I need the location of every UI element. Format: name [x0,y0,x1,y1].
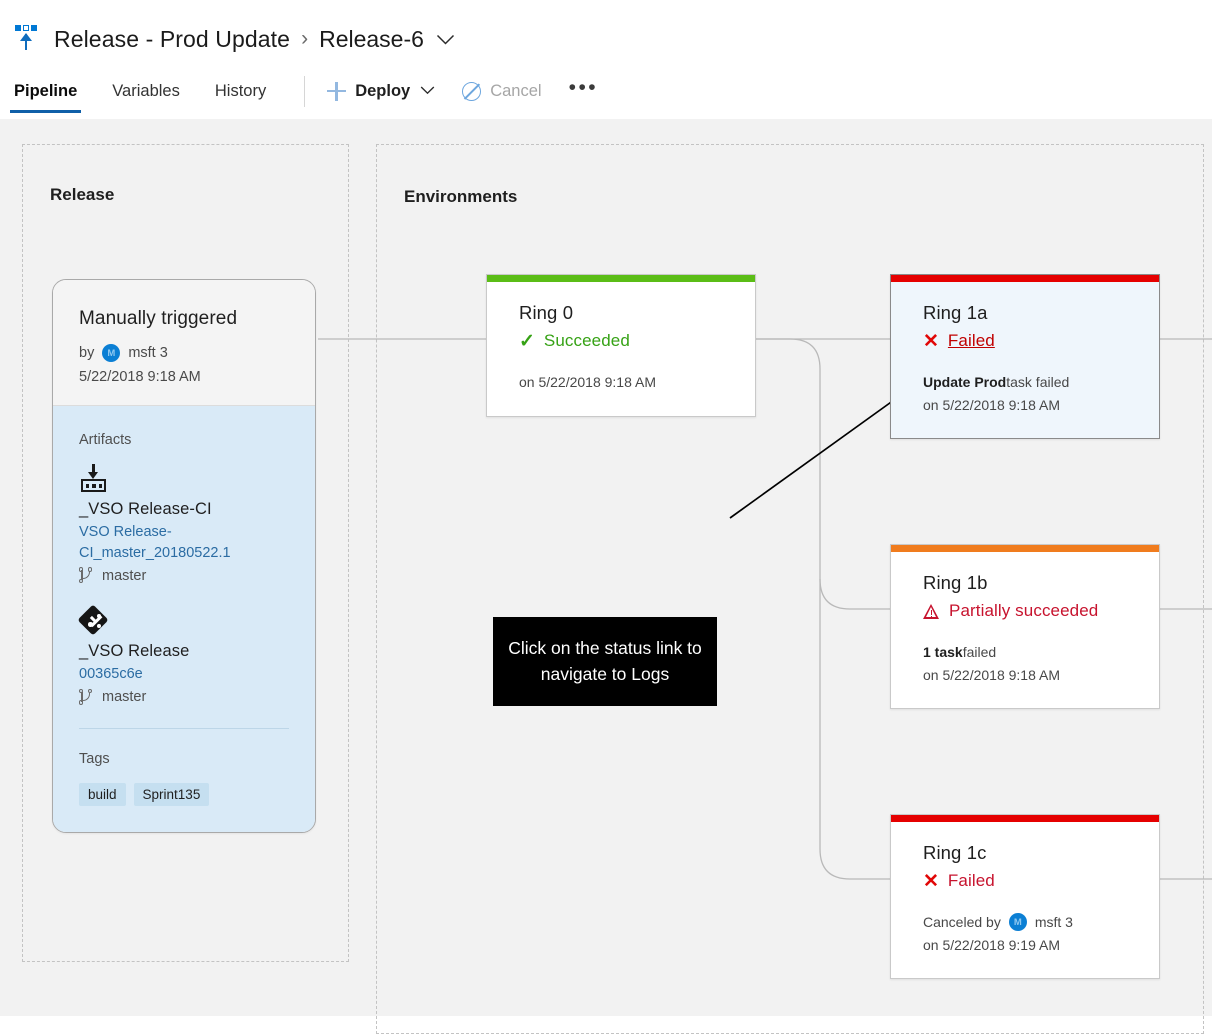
status-text: Partially succeeded [949,601,1099,620]
branch-icon [79,688,93,706]
artifact-name: _VSO Release-CI [79,500,212,518]
artifact-version-link[interactable]: 00365c6e [79,664,289,685]
failed-task-name: Update Prod [923,374,1007,390]
breadcrumb-root[interactable]: Release - Prod Update [54,26,290,53]
x-icon: ✕ [923,330,939,352]
artifact-item[interactable]: _VSO Release-CI VSO Release-CI_master_20… [79,464,289,584]
release-trigger-label: Manually triggered [79,308,238,329]
environment-date: on 5/22/2018 9:18 AM [923,396,1060,413]
canceled-by-user: msft 3 [1034,914,1073,930]
environment-date: on 5/22/2018 9:19 AM [923,936,1060,953]
release-author-name: msft 3 [128,345,168,361]
environment-canceled-by: Canceled by M msft 3 [923,911,1127,934]
tab-history[interactable]: History [215,82,266,113]
canceled-by-label: Canceled by [923,914,1001,930]
environment-card-ring-1a[interactable]: Ring 1a ✕ Failed Update Prod task failed… [890,274,1160,440]
artifact-branch: master [79,688,289,706]
environment-status: ✓ Succeeded [519,331,723,351]
build-artifact-icon [79,464,109,494]
page-header: Release - Prod Update › Release-6 Pipeli… [0,0,1212,119]
cancel-icon [462,81,482,101]
warning-icon [923,603,940,619]
environment-name: Ring 1a [923,302,988,323]
breadcrumb-current[interactable]: Release-6 [319,26,424,53]
status-bar [487,275,755,282]
breadcrumb-separator: › [301,27,309,50]
environment-date: on 5/22/2018 9:18 AM [519,374,656,390]
tab-bar: Pipeline Variables History Deploy Cancel… [9,75,599,118]
card-divider [79,727,289,729]
status-bar [891,275,1159,282]
artifact-branch: master [79,567,289,584]
avatar: M [1008,913,1027,932]
failed-task-count: 1 task [923,644,963,660]
environment-meta: Update Prod task failed on 5/22/2018 9:1… [923,371,1127,416]
tags-list: build Sprint135 [79,782,289,806]
environment-task-summary: Update Prod task failed [923,371,1127,394]
cancel-button[interactable]: Cancel [462,81,542,113]
environments-panel-title: Environments [404,187,518,206]
callout-tooltip: Click on the status link to navigate to … [493,617,717,706]
status-bar [891,815,1159,822]
branch-icon [79,567,93,584]
artifact-item[interactable]: _VSO Release 00365c6e master [77,604,289,706]
chevron-down-icon[interactable] [420,82,435,100]
status-text: Succeeded [543,331,630,350]
tag-chip[interactable]: build [79,782,126,806]
release-card-body: Artifacts _VSO Release-CI VSO Release-CI… [53,406,315,832]
environment-meta: 1 task failed on 5/22/2018 9:18 AM [923,641,1127,686]
artifact-name: _VSO Release [79,642,190,661]
environment-card-ring-0[interactable]: Ring 0 ✓ Succeeded on 5/22/2018 9:18 AM [486,274,756,417]
environment-name: Ring 1b [923,572,988,593]
release-icon [14,25,40,53]
release-card-header: Manually triggered by M msft 3 5/22/2018… [53,280,315,406]
branch-name: master [102,689,147,706]
environment-meta: Canceled by M msft 3 on 5/22/2018 9:19 A… [923,911,1127,956]
pipeline-canvas: Release Environments Manually triggered … [0,119,1212,1034]
toolbar-divider [304,75,306,107]
status-text: Failed [947,871,995,890]
environment-meta: on 5/22/2018 9:18 AM [519,371,723,394]
release-datetime: 5/22/2018 9:18 AM [79,369,201,385]
branch-name: master [102,567,147,584]
environment-status: ✕ Failed [923,331,1127,351]
failed-task-suffix: failed [962,644,997,660]
tab-variables[interactable]: Variables [112,82,180,113]
cancel-label: Cancel [490,81,542,100]
artifact-version-link[interactable]: VSO Release-CI_master_20180522.1 [79,522,289,563]
release-panel-title: Release [50,185,115,204]
x-icon: ✕ [923,870,939,892]
tag-chip[interactable]: Sprint135 [133,782,210,806]
plus-icon [327,81,347,101]
more-actions-button[interactable]: ••• [569,76,599,118]
environment-name: Ring 1c [923,842,987,863]
release-author-row: by M msft 3 [79,344,289,362]
avatar: M [102,344,121,362]
check-icon: ✓ [519,330,535,352]
environment-status: Partially succeeded [923,601,1127,621]
failed-task-suffix: task failed [1006,374,1070,390]
environment-status: ✕ Failed [923,871,1127,891]
by-label: by [79,345,95,361]
deploy-label: Deploy [355,81,411,100]
environment-card-ring-1c[interactable]: Ring 1c ✕ Failed Canceled by M msft 3 on… [890,814,1160,980]
release-card[interactable]: Manually triggered by M msft 3 5/22/2018… [52,279,316,833]
deploy-button[interactable]: Deploy [327,81,435,113]
tab-pipeline[interactable]: Pipeline [9,82,82,113]
git-artifact-icon [77,604,109,636]
environment-name: Ring 0 [519,302,574,323]
breadcrumb: Release - Prod Update › Release-6 [14,22,455,56]
environment-date: on 5/22/2018 9:18 AM [923,666,1060,683]
environment-card-ring-1b[interactable]: Ring 1b Partially succeeded 1 task faile… [890,544,1160,710]
environment-task-summary: 1 task failed [923,641,1127,664]
artifacts-label: Artifacts [79,432,132,448]
status-link[interactable]: Failed [948,331,995,351]
chevron-down-icon[interactable] [436,33,455,46]
tags-label: Tags [79,750,110,767]
status-bar [891,545,1159,552]
